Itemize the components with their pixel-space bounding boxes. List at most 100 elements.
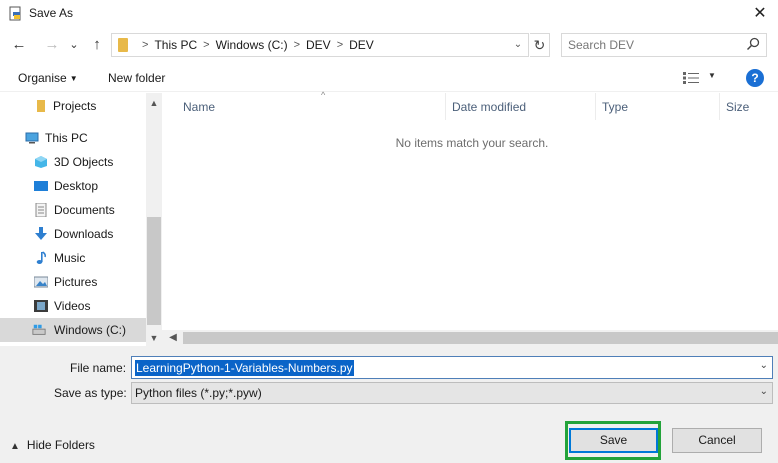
back-arrow-icon: ←	[11, 36, 27, 53]
sidebar-item-windows-c[interactable]: Windows (C:)	[0, 318, 146, 342]
videos-icon	[34, 300, 48, 312]
window-title: Save As	[29, 6, 74, 20]
command-toolbar: Organise ▼ New folder ▼ ?	[0, 64, 778, 92]
file-name-label: File name:	[70, 361, 127, 375]
file-list: Name ^ Date modified Type Size No items …	[162, 90, 778, 346]
save-as-type-select[interactable]: Python files (*.py;*.pyw) ⌄	[131, 382, 773, 404]
breadcrumb: > This PC > Windows (C:) > DEV > DEV	[136, 34, 374, 56]
hide-folders-button[interactable]: ▲ Hide Folders	[10, 438, 95, 452]
column-header-label: Type	[602, 100, 629, 114]
chevron-down-icon: ⌄	[759, 386, 768, 397]
breadcrumb-item-windows-c[interactable]: Windows (C:)	[216, 38, 288, 52]
empty-list-message: No items match your search.	[395, 136, 549, 150]
organise-label: Organise	[18, 71, 67, 85]
drive-icon	[32, 324, 46, 335]
breadcrumb-separator[interactable]: >	[337, 39, 343, 51]
column-header-type[interactable]: Type	[596, 93, 720, 120]
sidebar-item-label: Pictures	[54, 275, 98, 289]
hide-folders-label: Hide Folders	[26, 438, 95, 452]
sidebar-item-music[interactable]: Music	[0, 246, 146, 270]
file-name-field[interactable]: LearningPython-1-Variables-Numbers.py ⌄	[131, 356, 773, 379]
forward-arrow-icon: →	[44, 36, 60, 53]
sidebar-item-videos[interactable]: Videos	[0, 294, 146, 318]
sidebar-item-label: Videos	[54, 299, 91, 313]
navigation-pane: Projects This PC 3D Objects Desktop Docu…	[0, 93, 162, 346]
address-bar[interactable]: > This PC > Windows (C:) > DEV > DEV ⌄	[111, 33, 529, 57]
scroll-up-icon[interactable]: ▲	[146, 95, 162, 111]
help-icon: ?	[751, 71, 759, 85]
sort-ascending-icon: ^	[321, 90, 326, 100]
sidebar-item-downloads[interactable]: Downloads	[0, 222, 146, 246]
sidebar-item-pictures[interactable]: Pictures	[0, 270, 146, 294]
back-button[interactable]: ←	[9, 35, 29, 55]
up-button[interactable]: ↑	[87, 35, 107, 55]
sidebar-item-label: This PC	[45, 131, 88, 145]
desktop-icon	[34, 181, 48, 191]
sidebar-item-desktop[interactable]: Desktop	[0, 174, 146, 198]
column-header-name[interactable]: Name ^	[177, 90, 446, 120]
sidebar-item-label: Projects	[53, 99, 97, 113]
sidebar-item-this-pc[interactable]: This PC	[0, 126, 146, 150]
search-input[interactable]	[568, 37, 738, 53]
search-box[interactable]	[561, 33, 767, 57]
save-as-type-value: Python files (*.py;*.pyw)	[135, 386, 262, 400]
folder-icon	[37, 100, 45, 112]
new-folder-button[interactable]: New folder	[108, 71, 165, 85]
search-icon	[746, 37, 760, 51]
3d-objects-icon	[35, 156, 47, 168]
sidebar-item-label: Music	[54, 251, 86, 265]
file-list-horizontal-scrollbar[interactable]: ◀	[162, 330, 778, 346]
breadcrumb-separator[interactable]: >	[294, 39, 300, 51]
view-options-dropdown[interactable]: ▼	[708, 71, 716, 80]
navigation-bar: ← → ⌄ ↑ > This PC > Windows (C:) > DEV >…	[0, 30, 778, 60]
sidebar-item-label: 3D Objects	[54, 155, 114, 169]
scrollbar-thumb[interactable]	[183, 332, 778, 344]
scroll-left-icon[interactable]: ◀	[165, 330, 181, 346]
sidebar-item-label: Windows (C:)	[54, 323, 127, 337]
chevron-down-icon: ⌄	[513, 39, 523, 50]
breadcrumb-separator[interactable]: >	[203, 39, 209, 51]
sidebar-item-label: Downloads	[54, 227, 114, 241]
music-icon	[36, 251, 46, 264]
new-folder-label: New folder	[108, 71, 166, 85]
chevron-down-icon[interactable]: ⌄	[760, 360, 768, 371]
refresh-icon: ↻	[533, 37, 546, 53]
title-bar: Save As ✕	[0, 0, 778, 28]
python-file-icon	[9, 6, 21, 21]
save-as-type-label: Save as type:	[54, 386, 127, 400]
sidebar-item-label: Desktop	[54, 179, 99, 193]
organise-button[interactable]: Organise ▼	[18, 71, 78, 85]
change-view-icon[interactable]	[683, 72, 699, 84]
pictures-icon	[34, 276, 48, 288]
up-arrow-icon: ↑	[93, 36, 101, 53]
sidebar-item-projects[interactable]: Projects	[0, 94, 146, 118]
documents-icon	[35, 203, 47, 217]
breadcrumb-item-this-pc[interactable]: This PC	[154, 38, 197, 52]
sidebar-item-documents[interactable]: Documents	[0, 198, 146, 222]
breadcrumb-item-dev-current[interactable]: DEV	[349, 38, 374, 52]
column-header-size[interactable]: Size	[720, 93, 778, 120]
recent-locations-button[interactable]: ⌄	[64, 35, 84, 55]
close-button[interactable]: ✕	[748, 4, 772, 24]
breadcrumb-item-dev[interactable]: DEV	[306, 38, 331, 52]
computer-icon	[25, 132, 39, 144]
file-name-value[interactable]: LearningPython-1-Variables-Numbers.py	[135, 360, 354, 376]
scrollbar-thumb[interactable]	[147, 217, 161, 325]
column-header-label: Size	[726, 100, 750, 114]
help-button[interactable]: ?	[746, 69, 764, 87]
close-icon: ✕	[753, 5, 767, 22]
folder-icon	[118, 38, 128, 52]
sidebar-item-3d-objects[interactable]: 3D Objects	[0, 150, 146, 174]
forward-button[interactable]: →	[42, 35, 62, 55]
save-form-panel: File name: LearningPython-1-Variables-Nu…	[0, 346, 778, 463]
chevron-down-icon: ⌄	[69, 39, 79, 51]
address-history-dropdown[interactable]: ⌄	[511, 36, 525, 54]
column-header-label: Date modified	[452, 100, 527, 114]
save-button[interactable]: Save	[569, 428, 658, 453]
cancel-button[interactable]: Cancel	[672, 428, 762, 453]
navigation-pane-scrollbar[interactable]: ▲ ▼	[146, 93, 162, 346]
scroll-down-icon[interactable]: ▼	[146, 330, 162, 346]
refresh-button[interactable]: ↻	[530, 33, 550, 57]
column-header-date-modified[interactable]: Date modified	[446, 93, 596, 120]
column-header-label: Name	[183, 100, 216, 114]
